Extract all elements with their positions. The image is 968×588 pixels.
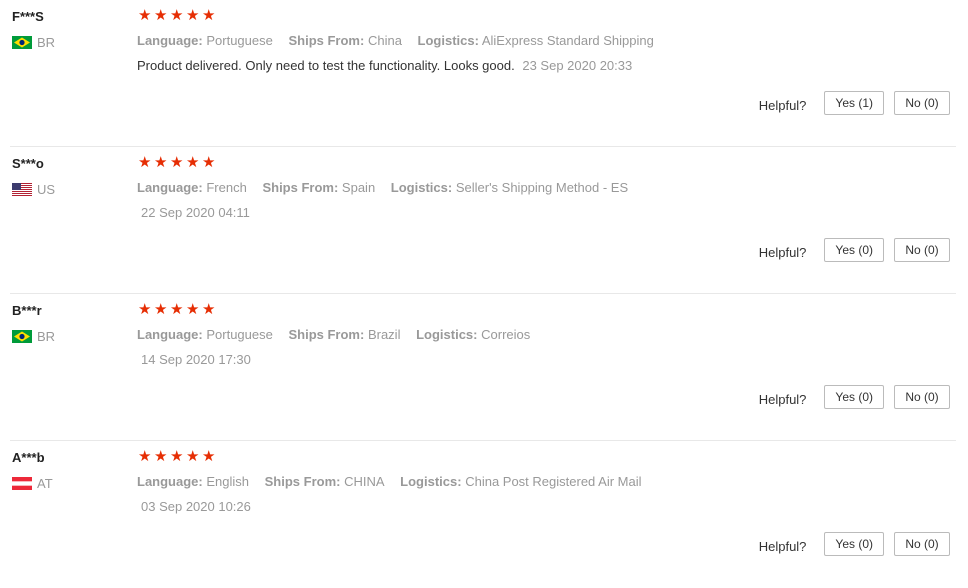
star-rating: ★ ★ ★ ★ ★ [138,448,218,465]
helpful-no-button[interactable]: No (0) [894,91,950,115]
brazil-flag-icon [12,35,32,49]
language-value: Portuguese [206,33,273,48]
star-icon: ★ [170,7,184,24]
ships-from-label: Ships From: [288,327,365,342]
review-meta: Language: English Ships From: CHINA Logi… [137,474,654,489]
star-icon: ★ [154,7,168,24]
star-icon: ★ [186,301,200,318]
reviewer-name: S***o [12,156,44,171]
ships-from-value: Spain [341,180,376,195]
helpful-yes-button[interactable]: Yes (1) [824,91,884,115]
review-text: Product delivered. Only need to test the… [137,58,515,73]
language-value: Portuguese [206,327,273,342]
review-body: 03 Sep 2020 10:26 [137,499,251,514]
helpful-label: Helpful? [758,538,807,554]
ships-from-label: Ships From: [262,180,339,195]
review-date: 03 Sep 2020 10:26 [141,499,251,514]
star-icon: ★ [138,301,152,318]
language-value: English [206,474,249,489]
star-icon: ★ [186,448,200,465]
helpful-vote: Helpful? Yes (1) No (0) [759,91,950,115]
review-item: A***b AT ★ ★ ★ ★ ★ Language: English Shi… [0,441,968,588]
star-rating: ★ ★ ★ ★ ★ [138,154,218,171]
logistics-label: Logistics: [390,180,453,195]
star-icon: ★ [154,154,168,171]
reviewer-country: BR [12,328,55,344]
reviewer-name: A***b [12,450,45,465]
star-rating: ★ ★ ★ ★ ★ [138,7,218,24]
review-meta: Language: Portuguese Ships From: Brazil … [137,327,542,342]
country-code: BR [37,34,56,50]
reviewer-country: US [12,181,55,197]
language-label: Language: [137,474,203,489]
review-item: F***S BR ★ ★ ★ ★ ★ Language: Portuguese … [0,0,968,147]
star-rating: ★ ★ ★ ★ ★ [138,301,218,318]
helpful-label: Helpful? [758,244,807,260]
reviewer-name: F***S [12,9,44,24]
review-date: 22 Sep 2020 04:11 [141,205,250,220]
helpful-yes-button[interactable]: Yes (0) [824,532,884,556]
star-icon: ★ [154,448,168,465]
reviewer-country: BR [12,34,55,50]
usa-flag-icon [12,182,32,196]
helpful-vote: Helpful? Yes (0) No (0) [759,385,950,409]
helpful-no-button[interactable]: No (0) [894,385,950,409]
logistics-label: Logistics: [400,474,462,489]
logistics-value: Correios [481,327,531,342]
logistics-label: Logistics: [416,327,478,342]
review-date: 23 Sep 2020 20:33 [522,58,633,73]
country-code: BR [37,328,56,344]
ships-from-value: CHINA [344,474,385,489]
austria-flag-icon [12,476,32,490]
star-icon: ★ [170,154,184,171]
star-icon: ★ [138,154,152,171]
brazil-flag-icon [12,329,32,343]
helpful-label: Helpful? [758,97,807,113]
star-icon: ★ [202,448,216,465]
language-label: Language: [137,180,203,195]
helpful-yes-button[interactable]: Yes (0) [824,238,884,262]
review-item: S***o US ★ ★ ★ ★ ★ Language: French Ship… [0,147,968,294]
star-icon: ★ [154,301,168,318]
language-label: Language: [137,327,203,342]
reviewer-name: B***r [12,303,42,318]
review-item: B***r BR ★ ★ ★ ★ ★ Language: Portuguese … [0,294,968,441]
star-icon: ★ [202,7,216,24]
logistics-value: Seller's Shipping Method - ES [455,180,629,195]
helpful-vote: Helpful? Yes (0) No (0) [759,532,950,556]
star-icon: ★ [186,154,200,171]
logistics-value: China Post Registered Air Mail [465,474,642,489]
ships-from-value: Brazil [367,327,401,342]
helpful-no-button[interactable]: No (0) [894,532,950,556]
ships-from-value: China [367,33,402,48]
logistics-label: Logistics: [417,33,479,48]
star-icon: ★ [170,448,184,465]
star-icon: ★ [138,7,152,24]
star-icon: ★ [170,301,184,318]
helpful-label: Helpful? [758,391,807,407]
star-icon: ★ [186,7,200,24]
country-code: AT [37,475,53,491]
language-label: Language: [137,33,203,48]
helpful-no-button[interactable]: No (0) [894,238,950,262]
star-icon: ★ [202,301,216,318]
language-value: French [206,180,247,195]
helpful-yes-button[interactable]: Yes (0) [824,385,884,409]
ships-from-label: Ships From: [264,474,341,489]
ships-from-label: Ships From: [288,33,365,48]
star-icon: ★ [138,448,152,465]
country-code: US [37,181,56,197]
review-body: 22 Sep 2020 04:11 [137,205,250,220]
helpful-vote: Helpful? Yes (0) No (0) [759,238,950,262]
star-icon: ★ [202,154,216,171]
logistics-value: AliExpress Standard Shipping [481,33,654,48]
review-body: Product delivered. Only need to test the… [137,58,632,73]
review-date: 14 Sep 2020 17:30 [141,352,251,367]
review-meta: Language: Portuguese Ships From: China L… [137,33,666,48]
reviewer-country: AT [12,475,53,491]
review-body: 14 Sep 2020 17:30 [137,352,251,367]
review-meta: Language: French Ships From: Spain Logis… [137,180,640,195]
